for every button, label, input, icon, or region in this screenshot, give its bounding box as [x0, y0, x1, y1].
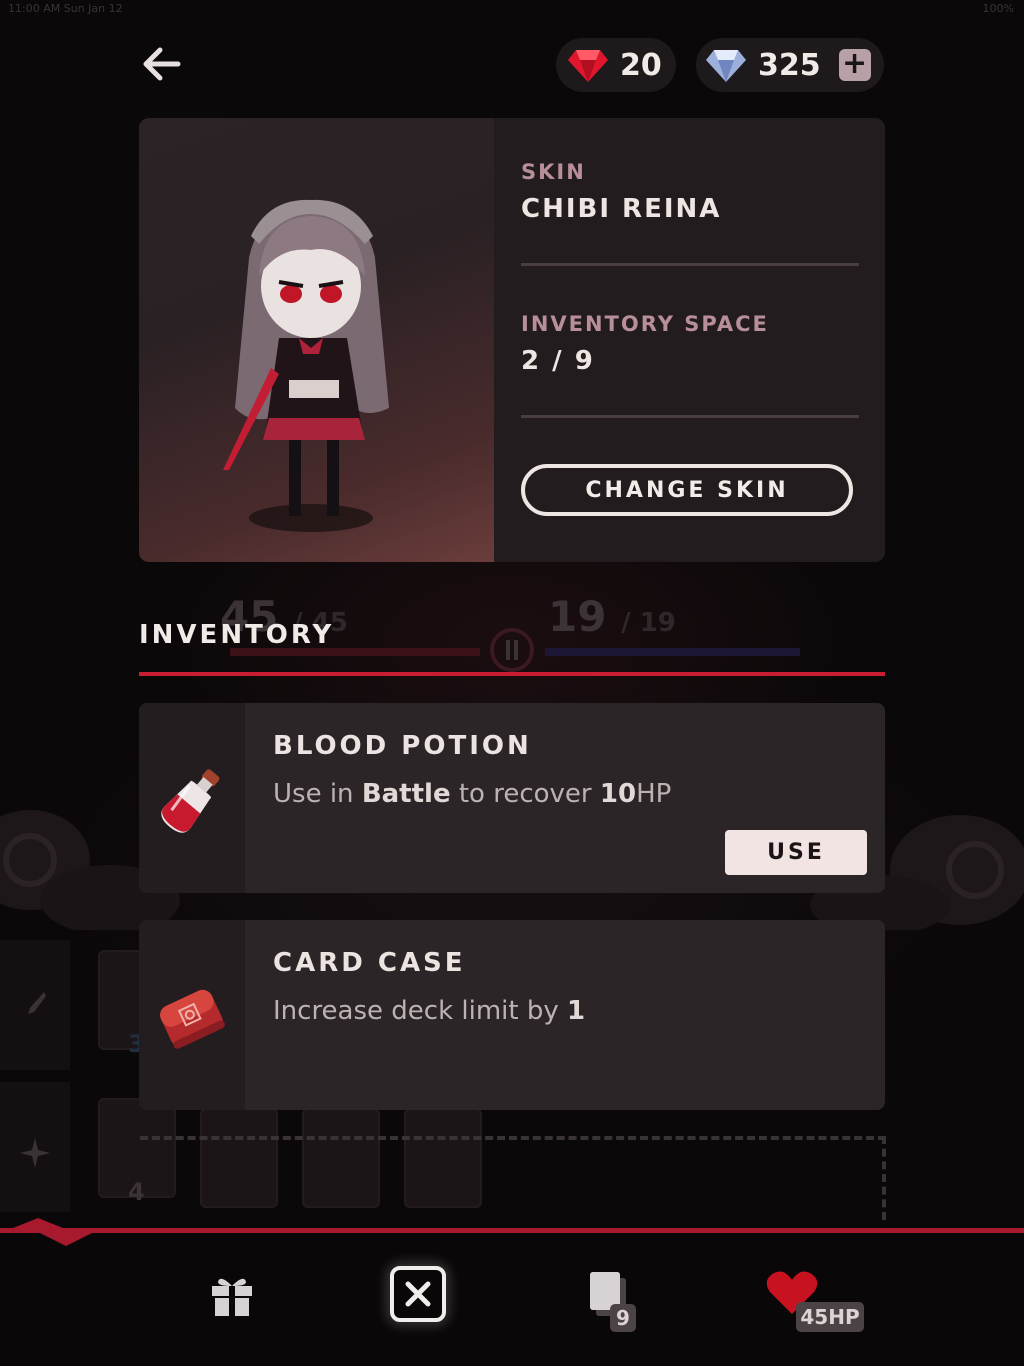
- hp-badge: 45HP: [796, 1302, 864, 1332]
- item-name: BLOOD POTION: [273, 731, 532, 761]
- close-icon: [405, 1281, 431, 1307]
- chibi-reina-character-image: [223, 199, 389, 532]
- item-name: CARD CASE: [273, 948, 466, 978]
- ruby-icon: [568, 50, 608, 82]
- blood-potion-icon: [161, 769, 220, 833]
- item-description: Use in Battle to recover 10HP: [273, 779, 671, 809]
- item-description-text: HP: [636, 779, 672, 809]
- bottom-nav-notch: [38, 1232, 94, 1246]
- item-description: Increase deck limit by 1: [273, 996, 585, 1026]
- status-bar-time: 11:00 AM Sun Jan 12: [8, 2, 123, 15]
- item-description-emphasis: 10: [599, 779, 637, 809]
- character-portrait: [139, 118, 494, 562]
- skin-label: SKIN: [521, 160, 586, 184]
- divider: [521, 263, 859, 266]
- background-pause-icon: [490, 628, 534, 672]
- background-sparkle-icon: [20, 1138, 50, 1168]
- ruby-currency-counter: 20: [556, 38, 676, 92]
- gift-icon[interactable]: [210, 1274, 254, 1316]
- skin-info: SKIN CHIBI REINA INVENTORY SPACE 2 / 9 C…: [494, 118, 885, 562]
- ruby-count: 20: [620, 47, 662, 83]
- inventory-divider: [139, 672, 885, 676]
- close-inventory-button[interactable]: [390, 1266, 446, 1322]
- inventory-item-blood-potion: BLOOD POTION Use in Battle to recover 10…: [139, 703, 885, 893]
- item-icon-column: [139, 703, 245, 893]
- item-description-emphasis: Battle: [361, 779, 451, 809]
- skin-name: CHIBI REINA: [521, 194, 722, 224]
- card-case-icon: [160, 989, 225, 1049]
- bottom-nav-notch: [8, 1218, 68, 1230]
- item-description-text: to recover: [450, 779, 600, 809]
- background-energy-max: / 19: [621, 608, 676, 638]
- use-item-button[interactable]: USE: [725, 830, 867, 875]
- bottom-nav-divider: [0, 1228, 1024, 1233]
- item-description-text: Use in: [273, 779, 362, 809]
- item-icon-column: [139, 920, 245, 1110]
- skin-panel: SKIN CHIBI REINA INVENTORY SPACE 2 / 9 C…: [139, 118, 885, 562]
- add-currency-button[interactable]: +: [838, 49, 871, 81]
- status-bar-battery: 100%: [982, 2, 1014, 15]
- diamond-icon: [706, 50, 746, 82]
- divider: [521, 415, 859, 418]
- background-energy-current: 19: [548, 592, 607, 641]
- diamond-count: 325: [758, 47, 821, 83]
- hp-button[interactable]: 45HP: [766, 1270, 866, 1332]
- background-sword-icon: [28, 992, 46, 1014]
- change-skin-button[interactable]: CHANGE SKIN: [521, 464, 853, 516]
- inventory-space-value: 2 / 9: [521, 346, 595, 376]
- diamond-currency-counter: 325 +: [696, 38, 884, 92]
- inventory-item-card-case: CARD CASE Increase deck limit by 1: [139, 920, 885, 1110]
- bottom-nav-bar: [0, 1233, 1024, 1366]
- back-arrow-icon[interactable]: [140, 44, 184, 84]
- inventory-title: INVENTORY: [139, 620, 335, 650]
- deck-button[interactable]: 9: [586, 1270, 640, 1332]
- deck-count-badge: 9: [610, 1304, 636, 1332]
- item-description-text: Increase deck limit by: [273, 996, 568, 1026]
- item-description-emphasis: 1: [567, 996, 586, 1026]
- background-deck-dropzone: [140, 1136, 886, 1220]
- background-energy-bar: [545, 648, 800, 656]
- inventory-space-label: INVENTORY SPACE: [521, 312, 769, 336]
- background-energy-stat: 19 / 19: [548, 592, 676, 641]
